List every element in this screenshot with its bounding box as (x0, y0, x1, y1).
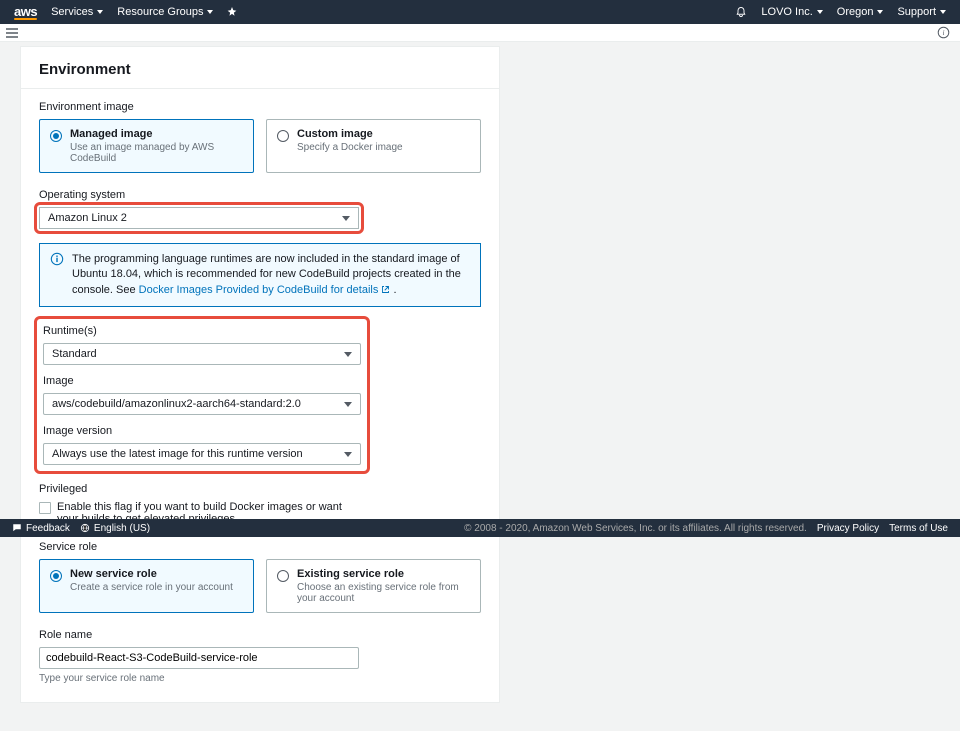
service-role-label: Service role (39, 541, 481, 553)
highlight-runtime-group: Runtime(s) Standard Image aws/codebuild/… (39, 321, 365, 469)
os-select-value: Amazon Linux 2 (48, 212, 127, 224)
footer: Feedback English (US) © 2008 - 2020, Ama… (0, 519, 960, 537)
nav-resource-groups[interactable]: Resource Groups (117, 6, 213, 18)
chevron-down-icon (97, 10, 103, 14)
image-select-value: aws/codebuild/amazonlinux2-aarch64-stand… (52, 398, 301, 410)
pin-icon[interactable] (227, 7, 237, 17)
managed-image-title: Managed image (70, 128, 243, 140)
highlight-os: Amazon Linux 2 (39, 207, 359, 229)
chevron-down-icon (940, 10, 946, 14)
bell-icon[interactable] (735, 6, 747, 18)
runtime-select[interactable]: Standard (43, 343, 361, 365)
nav-region[interactable]: Oregon (837, 6, 884, 18)
image-version-label: Image version (43, 425, 361, 437)
globe-icon (80, 523, 90, 533)
feedback-text: Feedback (26, 523, 70, 534)
privacy-link[interactable]: Privacy Policy (817, 523, 879, 534)
managed-image-card[interactable]: Managed image Use an image managed by AW… (39, 119, 254, 173)
image-version-select-value: Always use the latest image for this run… (52, 448, 303, 460)
env-image-options: Managed image Use an image managed by AW… (39, 119, 481, 173)
radio-icon (277, 130, 289, 142)
role-name-input[interactable] (39, 647, 359, 669)
nav-services[interactable]: Services (51, 6, 103, 18)
nav-support[interactable]: Support (897, 6, 946, 18)
custom-image-sub: Specify a Docker image (297, 142, 403, 153)
hamburger-button[interactable] (0, 28, 24, 38)
info-button[interactable]: i (927, 26, 960, 39)
existing-service-role-title: Existing service role (297, 568, 470, 580)
alert-link[interactable]: Docker Images Provided by CodeBuild for … (139, 284, 391, 296)
privileged-checkbox[interactable] (39, 502, 51, 514)
os-label: Operating system (39, 189, 481, 201)
role-name-hint: Type your service role name (39, 673, 481, 684)
svg-text:i: i (942, 28, 944, 37)
chevron-down-icon (344, 352, 352, 357)
role-name-label: Role name (39, 629, 481, 641)
runtime-label: Runtime(s) (43, 325, 361, 337)
language-link[interactable]: English (US) (80, 523, 150, 534)
chevron-down-icon (877, 10, 883, 14)
new-service-role-sub: Create a service role in your account (70, 582, 233, 593)
custom-image-title: Custom image (297, 128, 403, 140)
existing-service-role-card[interactable]: Existing service role Choose an existing… (266, 559, 481, 613)
main-content: Environment Environment image Managed im… (0, 42, 960, 731)
chevron-down-icon (207, 10, 213, 14)
aws-logo[interactable]: aws (14, 4, 37, 20)
radio-icon (277, 570, 289, 582)
nav-account[interactable]: LOVO Inc. (761, 6, 822, 18)
feedback-icon (12, 523, 22, 533)
alert-part2: . (390, 284, 396, 296)
panel-header: Environment (21, 47, 499, 89)
alert-link-text: Docker Images Provided by CodeBuild for … (139, 284, 379, 296)
image-version-select[interactable]: Always use the latest image for this run… (43, 443, 361, 465)
secondary-toolbar: i (0, 24, 960, 42)
chevron-down-icon (344, 402, 352, 407)
alert-text: The programming language runtimes are no… (72, 252, 470, 298)
nav-resource-groups-label: Resource Groups (117, 6, 203, 18)
feedback-link[interactable]: Feedback (12, 523, 70, 534)
runtime-select-value: Standard (52, 348, 97, 360)
top-nav: aws Services Resource Groups LOVO Inc. O… (0, 0, 960, 24)
chevron-down-icon (344, 452, 352, 457)
service-role-options: New service role Create a service role i… (39, 559, 481, 613)
nav-region-label: Oregon (837, 6, 874, 18)
image-select[interactable]: aws/codebuild/amazonlinux2-aarch64-stand… (43, 393, 361, 415)
terms-link[interactable]: Terms of Use (889, 523, 948, 534)
new-service-role-title: New service role (70, 568, 233, 580)
nav-support-label: Support (897, 6, 936, 18)
new-service-role-card[interactable]: New service role Create a service role i… (39, 559, 254, 613)
language-text: English (US) (94, 523, 150, 534)
env-image-label: Environment image (39, 101, 481, 113)
environment-panel: Environment Environment image Managed im… (20, 46, 500, 703)
runtime-info-alert: The programming language runtimes are no… (39, 243, 481, 307)
chevron-down-icon (342, 216, 350, 221)
panel-title: Environment (39, 61, 481, 78)
nav-account-label: LOVO Inc. (761, 6, 812, 18)
radio-icon (50, 570, 62, 582)
chevron-down-icon (817, 10, 823, 14)
footer-copyright: © 2008 - 2020, Amazon Web Services, Inc.… (464, 523, 807, 534)
radio-icon (50, 130, 62, 142)
privileged-label: Privileged (39, 483, 481, 495)
aws-logo-text: aws (14, 4, 37, 19)
os-select[interactable]: Amazon Linux 2 (39, 207, 359, 229)
managed-image-sub: Use an image managed by AWS CodeBuild (70, 142, 243, 164)
custom-image-card[interactable]: Custom image Specify a Docker image (266, 119, 481, 173)
image-label: Image (43, 375, 361, 387)
info-icon (50, 252, 64, 266)
nav-services-label: Services (51, 6, 93, 18)
existing-service-role-sub: Choose an existing service role from you… (297, 582, 470, 604)
